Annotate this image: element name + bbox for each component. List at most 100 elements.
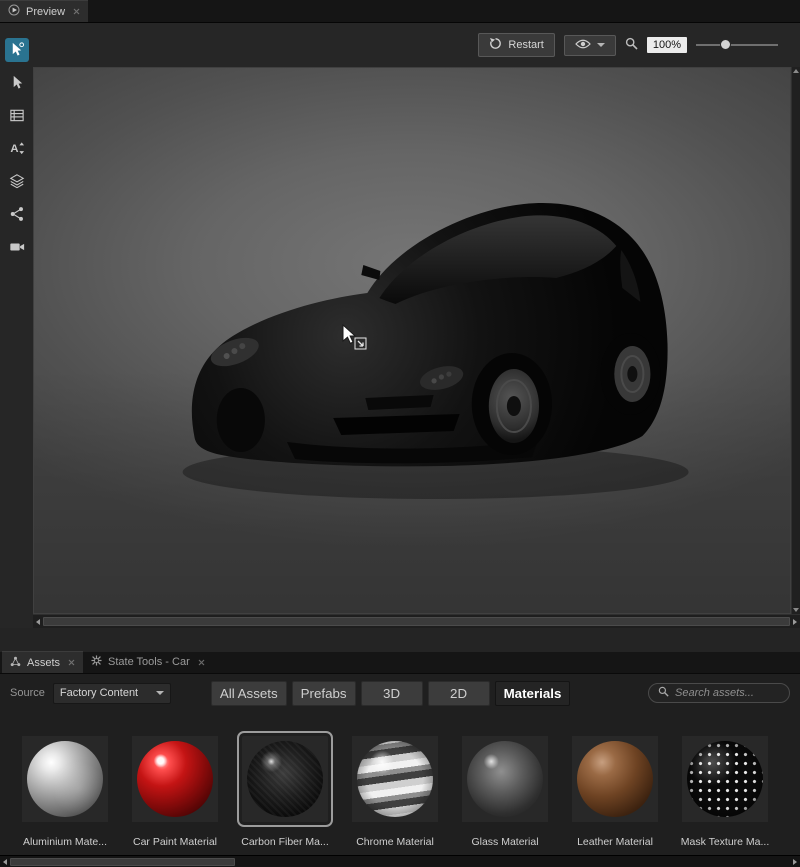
layers-button[interactable] <box>5 170 29 194</box>
connections-button[interactable] <box>5 203 29 227</box>
zoom-slider-handle[interactable] <box>720 39 731 50</box>
asset-thumbnail[interactable] <box>682 736 768 822</box>
tab-assets[interactable]: Assets <box>2 651 83 673</box>
asset-thumbnail[interactable] <box>22 736 108 822</box>
asset-thumbnail[interactable] <box>572 736 658 822</box>
search-icon <box>658 686 669 700</box>
asset-label: Carbon Fiber Ma... <box>241 836 329 848</box>
car-render <box>34 68 790 613</box>
restart-icon <box>489 37 502 53</box>
asset-thumbnail[interactable] <box>132 736 218 822</box>
table-icon <box>9 107 25 126</box>
scroll-up-icon[interactable] <box>793 69 799 73</box>
zoom-icon <box>625 37 638 53</box>
asset-card-leather[interactable]: Leather Material <box>572 736 658 848</box>
visibility-button[interactable] <box>564 35 616 56</box>
scroll-left-icon[interactable] <box>36 619 40 625</box>
viewport-vertical-scrollbar[interactable] <box>791 67 800 614</box>
asset-card-chrome[interactable]: Chrome Material <box>352 736 438 848</box>
asset-label: Car Paint Material <box>133 836 217 848</box>
material-sphere-preview <box>247 741 323 817</box>
filter-all-assets[interactable]: All Assets <box>211 681 287 706</box>
scroll-left-icon[interactable] <box>3 859 7 865</box>
material-sphere-preview <box>467 741 543 817</box>
filter-materials[interactable]: Materials <box>495 681 571 706</box>
zoom-level-value[interactable]: 100% <box>647 37 687 53</box>
zoom-slider[interactable] <box>696 38 778 52</box>
asset-card-aluminium[interactable]: Aluminium Mate... <box>22 736 108 848</box>
scrollbar-thumb[interactable] <box>43 617 790 626</box>
preview-tool-column: A <box>0 23 33 628</box>
asset-card-mask-texture[interactable]: Mask Texture Ma... <box>682 736 768 848</box>
preview-tabbar: Preview <box>0 0 800 23</box>
assets-icon <box>10 656 21 670</box>
material-sphere-preview <box>357 741 433 817</box>
asset-label: Aluminium Mate... <box>23 836 107 848</box>
preview-panel: A <box>0 23 800 628</box>
close-icon[interactable] <box>198 659 205 666</box>
pick-cursor-icon <box>9 41 25 60</box>
filter-2d[interactable]: 2D <box>428 681 490 706</box>
asset-thumbnail[interactable] <box>242 736 328 822</box>
state-tools-icon <box>91 655 102 669</box>
font-size-button[interactable]: A <box>5 137 29 161</box>
select-tool-button[interactable] <box>5 71 29 95</box>
source-dropdown[interactable]: Factory Content <box>53 683 171 704</box>
zoom-slider-track <box>696 44 778 46</box>
scrollbar-thumb[interactable] <box>10 858 235 866</box>
tab-preview-label: Preview <box>26 6 65 18</box>
asset-label: Chrome Material <box>356 836 434 848</box>
asset-grid: Aluminium Mate... Car Paint Material Car… <box>0 712 800 848</box>
tab-assets-label: Assets <box>27 657 60 669</box>
material-sphere-preview <box>27 741 103 817</box>
assets-tabbar: Assets State Tools - Car <box>0 652 800 674</box>
design-studio-window: Preview <box>0 0 800 867</box>
asset-thumbnail[interactable] <box>352 736 438 822</box>
search-assets-box[interactable] <box>648 683 790 703</box>
tab-preview[interactable]: Preview <box>0 0 88 22</box>
asset-filters: All Assets Prefabs 3D 2D Materials <box>211 681 571 706</box>
chevron-down-icon <box>156 691 164 695</box>
restart-button[interactable]: Restart <box>478 33 554 57</box>
close-icon[interactable] <box>73 8 80 15</box>
eye-icon <box>575 39 591 52</box>
assets-horizontal-scrollbar[interactable] <box>0 855 800 867</box>
preview-main: Restart 100% <box>33 23 800 628</box>
scroll-right-icon[interactable] <box>793 859 797 865</box>
svg-text:A: A <box>10 143 18 155</box>
play-circle-icon <box>8 4 20 19</box>
material-sphere-preview <box>137 741 213 817</box>
asset-card-glass[interactable]: Glass Material <box>462 736 548 848</box>
asset-label: Mask Texture Ma... <box>681 836 770 848</box>
table-view-button[interactable] <box>5 104 29 128</box>
scroll-right-icon[interactable] <box>793 619 797 625</box>
material-sphere-preview <box>577 741 653 817</box>
source-dropdown-value: Factory Content <box>60 687 138 699</box>
camera-button[interactable] <box>5 236 29 260</box>
tab-state-tools-car[interactable]: State Tools - Car <box>83 651 213 673</box>
arrow-cursor-icon <box>9 74 25 93</box>
camera-icon <box>9 239 25 258</box>
3d-viewport[interactable] <box>33 67 791 614</box>
mouse-cursor <box>342 324 368 353</box>
restart-label: Restart <box>508 39 543 51</box>
search-assets-input[interactable] <box>675 687 780 699</box>
assets-toolbar: Source Factory Content All Assets Prefab… <box>0 674 800 712</box>
font-size-icon: A <box>9 140 25 159</box>
filter-3d[interactable]: 3D <box>361 681 423 706</box>
asset-label: Glass Material <box>471 836 538 848</box>
chevron-down-icon <box>597 43 605 47</box>
viewport-horizontal-scrollbar[interactable] <box>33 614 800 628</box>
tab-state-tools-label: State Tools - Car <box>108 656 190 668</box>
asset-thumbnail[interactable] <box>462 736 548 822</box>
asset-card-car-paint[interactable]: Car Paint Material <box>132 736 218 848</box>
source-label: Source <box>10 687 45 699</box>
filter-prefabs[interactable]: Prefabs <box>292 681 356 706</box>
pick-tool-button[interactable] <box>5 38 29 62</box>
layers-icon <box>9 173 25 192</box>
asset-card-carbon-fiber[interactable]: Carbon Fiber Ma... <box>242 736 328 848</box>
scroll-down-icon[interactable] <box>793 608 799 612</box>
panel-splitter[interactable] <box>0 628 800 652</box>
close-icon[interactable] <box>68 659 75 666</box>
material-sphere-preview <box>687 741 763 817</box>
